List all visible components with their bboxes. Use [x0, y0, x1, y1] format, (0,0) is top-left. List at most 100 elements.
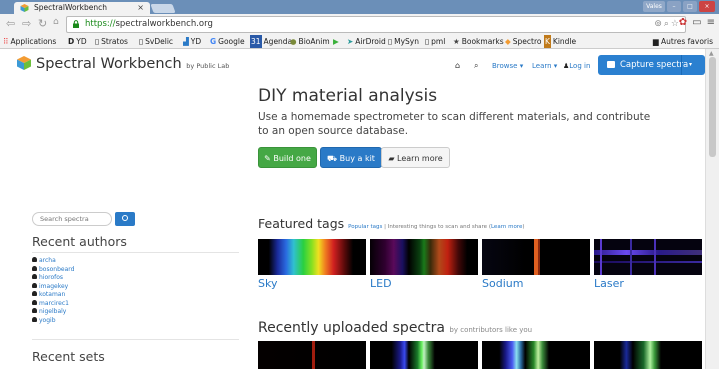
- browser-tab[interactable]: SpectralWorkbench ×: [14, 2, 150, 14]
- buy-kit-button[interactable]: ⛟ Buy a kit: [320, 147, 382, 168]
- bookmark-agenda[interactable]: 31 Agenda: [250, 35, 292, 48]
- browse-menu[interactable]: Browse ▾: [492, 62, 523, 70]
- learn-more-button[interactable]: ▰ Learn more: [381, 147, 450, 168]
- wrench-icon: ✎: [264, 154, 274, 163]
- tab-close-icon[interactable]: ×: [137, 2, 144, 14]
- lock-icon: [73, 20, 79, 28]
- home-icon[interactable]: ⌂: [53, 17, 59, 27]
- reload-icon[interactable]: ↻: [38, 17, 47, 30]
- maximize-icon[interactable]: □: [683, 1, 697, 12]
- author-item[interactable]: yogib: [32, 316, 74, 326]
- close-window-icon[interactable]: ×: [699, 1, 715, 12]
- tag-laser[interactable]: Laser: [594, 277, 624, 290]
- window-user-badge[interactable]: Vales: [643, 1, 665, 12]
- arrow-icon: ➤: [347, 37, 354, 46]
- brand-name[interactable]: Spectral Workbench by Public Lab: [36, 56, 229, 72]
- bookmark-bookmarks[interactable]: ★ Bookmarks: [453, 35, 504, 48]
- tag-sky[interactable]: Sky: [258, 277, 277, 290]
- popular-tags-link[interactable]: Popular tags: [348, 224, 382, 230]
- sodium-spectrum-image[interactable]: [482, 239, 590, 275]
- bookmark-spectro[interactable]: ◆ Spectro: [505, 35, 542, 48]
- build-one-button[interactable]: ✎ Build one: [258, 147, 317, 168]
- k-icon: K: [544, 35, 551, 48]
- search-icon: [122, 215, 128, 221]
- spectralworkbench-logo-icon[interactable]: [17, 56, 31, 70]
- tag-led[interactable]: LED: [370, 277, 392, 290]
- scrollbar[interactable]: ▲: [705, 49, 719, 369]
- bookmark-bioanim[interactable]: ● BioAnim: [290, 35, 330, 48]
- bookmark-yd[interactable]: D YD: [68, 35, 87, 48]
- recent-spectra-title: Recently uploaded spectra by contributor…: [258, 320, 533, 336]
- tag-sodium[interactable]: Sodium: [482, 277, 523, 290]
- featured-learn-link[interactable]: Learn more: [491, 224, 522, 230]
- bookmarks-bar: ⠿ Applications D YD ▯ Stratos ▯ SvDelic ▟ YD …: [0, 35, 719, 49]
- author-item[interactable]: hiorofos: [32, 274, 74, 283]
- bookmark-pml[interactable]: ▯ pml: [425, 35, 445, 48]
- extension-red-icon[interactable]: ✿: [679, 17, 687, 28]
- url-host: spectralworkbench.org: [115, 19, 213, 29]
- recent-spectrum-4[interactable]: [594, 341, 702, 369]
- page-icon: ▯: [139, 37, 144, 46]
- minimize-icon[interactable]: –: [667, 1, 681, 12]
- author-item[interactable]: nigelbaly: [32, 308, 74, 317]
- star-icon: ★: [453, 37, 460, 46]
- author-item[interactable]: imagekey: [32, 282, 74, 292]
- caret-down-icon[interactable]: ▾: [689, 55, 692, 75]
- bookmark-google[interactable]: G Google: [210, 35, 245, 48]
- sky-spectrum-image[interactable]: [258, 239, 366, 275]
- bookmark-yd-bars[interactable]: ▟ YD: [183, 35, 201, 48]
- browser-toolbar: ⇦ ⇨ ↻ ⌂ https://spectralworkbench.org ⊚⌕…: [0, 14, 719, 35]
- bookmark-airdroid[interactable]: ➤ AirDroid: [347, 35, 386, 48]
- forward-icon[interactable]: ⇨: [22, 17, 31, 30]
- home-nav-icon[interactable]: ⌂: [455, 61, 460, 70]
- window-controls: Vales – □ ×: [643, 1, 715, 12]
- author-item[interactable]: bosonbeard: [32, 265, 74, 275]
- hero-title: DIY material analysis: [258, 86, 438, 106]
- featured-subtitle: Popular tags | Interesting things to sca…: [348, 224, 525, 230]
- play-icon: ▶: [333, 37, 339, 46]
- page-content: Spectral Workbench by Public Lab ⌂ ⌕ Bro…: [0, 49, 705, 369]
- hero-description: Use a homemade spectrometer to scan diff…: [258, 111, 651, 137]
- other-bookmarks[interactable]: ▆ Autres favoris: [653, 35, 713, 48]
- new-tab-button[interactable]: [150, 4, 176, 13]
- author-item[interactable]: kotaman: [32, 291, 74, 300]
- author-item[interactable]: marcirec1: [32, 299, 74, 309]
- bars-icon: ▟: [183, 37, 189, 46]
- scroll-up-icon[interactable]: ▲: [709, 50, 714, 57]
- search-nav-icon[interactable]: ⌕: [474, 61, 478, 71]
- toolbar-extensions: ✿ ▭ ≡: [679, 17, 715, 28]
- bookmark-stratos[interactable]: ▯ Stratos: [95, 35, 128, 48]
- led-spectrum-image[interactable]: [370, 239, 478, 275]
- cast-icon[interactable]: ▭: [692, 17, 701, 28]
- menu-icon[interactable]: ≡: [707, 17, 715, 28]
- bookmark-applications[interactable]: ⠿ Applications: [3, 35, 56, 48]
- laser-spectrum-image[interactable]: [594, 239, 702, 275]
- omnibox-icons: ⊚⌕☆: [654, 17, 681, 32]
- recent-spectrum-3[interactable]: [482, 341, 590, 369]
- calendar-icon: 31: [250, 35, 262, 48]
- featured-tags-title: Featured tags Popular tags | Interesting…: [258, 216, 525, 231]
- author-item[interactable]: archa: [32, 257, 74, 266]
- recent-spectrum-1[interactable]: [258, 341, 366, 369]
- bookmark-svdelic[interactable]: ▯ SvDelic: [139, 35, 173, 48]
- login-link[interactable]: ♟Log in: [563, 62, 590, 70]
- extension-icon[interactable]: ⊚: [654, 19, 664, 29]
- search-input[interactable]: [32, 212, 112, 226]
- capture-spectra-button[interactable]: Capture spectra ▾: [598, 55, 705, 75]
- scroll-thumb[interactable]: [709, 57, 716, 157]
- bookmark-play[interactable]: ▶: [333, 35, 341, 48]
- apps-grid-icon: ⠿: [3, 37, 9, 46]
- recent-spectrum-2[interactable]: [370, 341, 478, 369]
- tab-title: SpectralWorkbench: [34, 3, 107, 12]
- bookmark-mysyn[interactable]: ▯ MySyn: [388, 35, 419, 48]
- search-button[interactable]: [115, 212, 135, 226]
- learn-menu[interactable]: Learn ▾: [532, 62, 557, 70]
- bookmark-kindle[interactable]: K Kindle: [544, 35, 576, 48]
- author-list: archa bosonbeard hiorofos imagekey kotam…: [32, 257, 74, 325]
- user-icon: [32, 274, 37, 279]
- browser-tab-bar: SpectralWorkbench × Vales – □ ×: [0, 0, 719, 14]
- back-icon[interactable]: ⇦: [6, 17, 15, 30]
- address-bar[interactable]: https://spectralworkbench.org ⊚⌕☆: [66, 16, 686, 33]
- zoom-icon[interactable]: ⌕: [664, 19, 671, 29]
- page-icon: ▯: [425, 37, 430, 46]
